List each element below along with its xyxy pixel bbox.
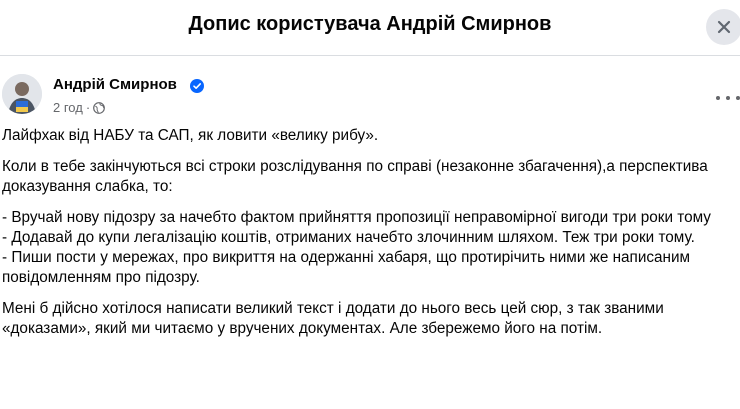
more-options-icon <box>716 96 720 100</box>
post-paragraph: Лайфхак від НАБУ та САП, як ловити «вели… <box>2 127 379 144</box>
post-paragraph: Мені б дійсно хотілося написати великий … <box>2 300 664 337</box>
post-meta: 2 год · <box>53 100 106 115</box>
avatar[interactable] <box>2 74 42 114</box>
verified-badge-icon <box>190 79 204 93</box>
author-name[interactable]: Андрій Смирнов <box>53 76 177 93</box>
post-body: Лайфхак від НАБУ та САП, як ловити «вели… <box>2 126 732 350</box>
post-time[interactable]: 2 год <box>53 100 83 115</box>
modal-title: Допис користувача Андрій Смирнов <box>188 13 552 35</box>
close-button[interactable] <box>706 9 740 45</box>
meta-separator: · <box>85 100 91 115</box>
close-icon <box>717 20 731 34</box>
globe-icon <box>93 101 106 114</box>
post-paragraph: Коли в тебе закінчуються всі строки розс… <box>2 158 708 195</box>
more-options-button[interactable] <box>716 90 740 106</box>
post-header: Андрій Смирнов 2 год · <box>0 72 740 124</box>
post-paragraph: - Вручай нову підозру за начебто фактом … <box>2 209 711 286</box>
modal-header: Допис користувача Андрій Смирнов <box>0 0 740 56</box>
